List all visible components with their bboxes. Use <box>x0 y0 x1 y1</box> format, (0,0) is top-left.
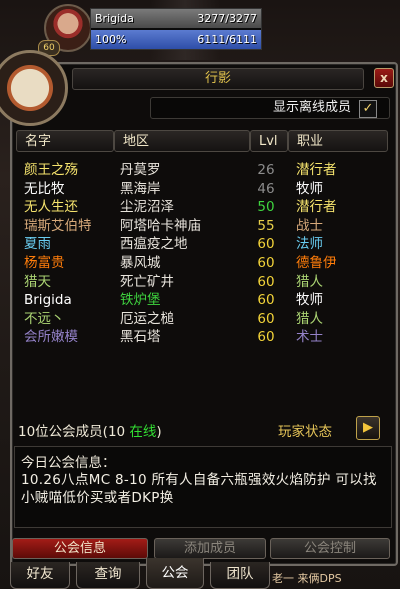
member-level: 60 <box>257 273 275 290</box>
roster-row[interactable]: Brigida 铁炉堡 60 牧师 <box>16 292 388 309</box>
member-class: 猎人 <box>296 273 323 290</box>
roster-row[interactable]: 颜王之殇 丹莫罗 26 潜行者 <box>16 162 388 179</box>
chat-snippet: 老一 来俩DPS <box>272 572 342 585</box>
motd-title: 今日公会信息： <box>21 455 116 471</box>
unit-bars: Brigida 3277/3277 100% 6111/6111 <box>90 8 262 50</box>
guild-panel: 行影 x 显示离线成员 ✓ 名字 地区 Lvl 职业 10位公会成员(10 在线… <box>10 62 398 566</box>
tab-raid[interactable]: 团队 <box>210 562 270 589</box>
member-name: 颜王之殇 <box>24 162 78 178</box>
member-class: 术士 <box>296 329 323 346</box>
close-icon: x <box>380 71 388 85</box>
member-class: 潜行者 <box>296 199 337 216</box>
member-level: 46 <box>257 180 275 197</box>
member-level: 60 <box>257 292 275 309</box>
roster-row[interactable]: 夏雨 西瘟疫之地 60 法师 <box>16 236 388 253</box>
member-zone: 丹莫罗 <box>120 162 161 178</box>
member-level: 55 <box>257 217 275 234</box>
members-online-word: 在线 <box>129 424 157 440</box>
member-level: 60 <box>257 236 275 253</box>
member-class: 猎人 <box>296 310 323 327</box>
roster-row[interactable]: 猎天 死亡矿井 60 猎人 <box>16 274 388 291</box>
player-unit-frame[interactable]: 60 Brigida 3277/3277 100% 6111/6111 <box>38 4 262 56</box>
members-count-suffix: ) <box>156 424 162 440</box>
member-name: 夏雨 <box>24 236 51 253</box>
roster-row[interactable]: 无人生还 尘泥沼泽 50 潜行者 <box>16 199 388 216</box>
column-header-name[interactable]: 名字 <box>16 130 114 152</box>
show-offline-toggle-row: 显示离线成员 ✓ <box>150 97 390 119</box>
guild-control-button[interactable]: 公会控制 <box>270 538 390 559</box>
member-zone: 阿塔哈卡神庙 <box>120 217 201 234</box>
roster-row[interactable]: 会所嫩模 黑石塔 60 术士 <box>16 329 388 346</box>
member-class: 战士 <box>296 217 323 234</box>
column-header-level[interactable]: Lvl <box>250 130 288 152</box>
member-name: 无人生还 <box>24 199 78 216</box>
member-class: 法师 <box>296 236 323 253</box>
member-zone: 厄运之槌 <box>120 310 174 327</box>
member-zone: 尘泥沼泽 <box>120 199 174 216</box>
player-status-button[interactable]: ▶ <box>356 416 380 440</box>
panel-title-bar[interactable]: 行影 <box>72 68 364 90</box>
member-class: 牧师 <box>296 292 323 309</box>
member-zone: 死亡矿井 <box>120 273 174 290</box>
health-value: 3277/3277 <box>197 12 257 25</box>
member-name: 无比牧 <box>24 180 65 197</box>
show-offline-label: 显示离线成员 <box>272 100 351 115</box>
roster-row[interactable]: 瑞斯艾伯特 阿塔哈卡神庙 55 战士 <box>16 218 388 235</box>
tab-who[interactable]: 查询 <box>76 562 140 589</box>
members-count: 10位公会成员(10 在线) <box>18 420 162 440</box>
member-zone: 暴风城 <box>120 255 161 271</box>
tab-guild[interactable]: 公会 <box>146 558 204 589</box>
member-name: 不远丶 <box>24 310 65 327</box>
member-zone: 黑石塔 <box>120 329 161 346</box>
member-class: 潜行者 <box>296 162 337 178</box>
mana-bar: 100% 6111/6111 <box>91 30 261 49</box>
arrow-right-icon: ▶ <box>363 420 373 435</box>
member-class: 牧师 <box>296 180 323 197</box>
member-name: 瑞斯艾伯特 <box>24 217 92 234</box>
member-zone: 黑海岸 <box>120 180 161 197</box>
player-name: Brigida <box>95 12 134 25</box>
roster-row[interactable]: 无比牧 黑海岸 46 牧师 <box>16 181 388 198</box>
member-name: Brigida <box>24 292 72 309</box>
panel-title: 行影 <box>204 71 231 86</box>
member-name: 猎天 <box>24 273 51 290</box>
member-level: 60 <box>257 310 275 327</box>
column-header-class[interactable]: 职业 <box>288 130 388 152</box>
add-member-button[interactable]: 添加成员 <box>154 538 266 559</box>
mana-percent: 100% <box>95 33 127 46</box>
member-name: 会所嫩模 <box>24 329 78 346</box>
show-offline-checkbox[interactable]: ✓ <box>359 100 377 118</box>
guild-motd-box: 今日公会信息： 10.26八点MC 8-10 所有人自备六瓶强效火焰防护 可以找… <box>14 446 392 528</box>
member-level: 60 <box>257 255 275 271</box>
member-class: 德鲁伊 <box>296 255 337 271</box>
member-level: 60 <box>257 329 275 346</box>
roster-row[interactable]: 不远丶 厄运之槌 60 猎人 <box>16 311 388 328</box>
close-button[interactable]: x <box>374 68 394 88</box>
member-level: 26 <box>257 162 275 178</box>
member-level: 50 <box>257 199 275 216</box>
roster-row[interactable]: 杨富贵 暴风城 60 德鲁伊 <box>16 255 388 272</box>
roster-header: 名字 地区 Lvl 职业 <box>16 130 388 154</box>
member-name: 杨富贵 <box>24 255 65 271</box>
player-status-label: 玩家状态 <box>278 424 332 440</box>
tab-friends[interactable]: 好友 <box>10 562 70 589</box>
members-count-prefix: 10位公会成员(10 <box>18 424 130 440</box>
member-zone: 铁炉堡 <box>120 292 161 309</box>
mana-value: 6111/6111 <box>197 33 257 46</box>
motd-text: 10.26八点MC 8-10 所有人自备六瓶强效火焰防护 可以找小贼喵低价买或者… <box>21 472 377 506</box>
column-header-zone[interactable]: 地区 <box>114 130 250 152</box>
member-zone: 西瘟疫之地 <box>120 236 188 253</box>
health-bar: Brigida 3277/3277 <box>91 9 261 28</box>
checkmark-icon: ✓ <box>362 101 374 116</box>
guild-info-button[interactable]: 公会信息 <box>12 538 148 559</box>
